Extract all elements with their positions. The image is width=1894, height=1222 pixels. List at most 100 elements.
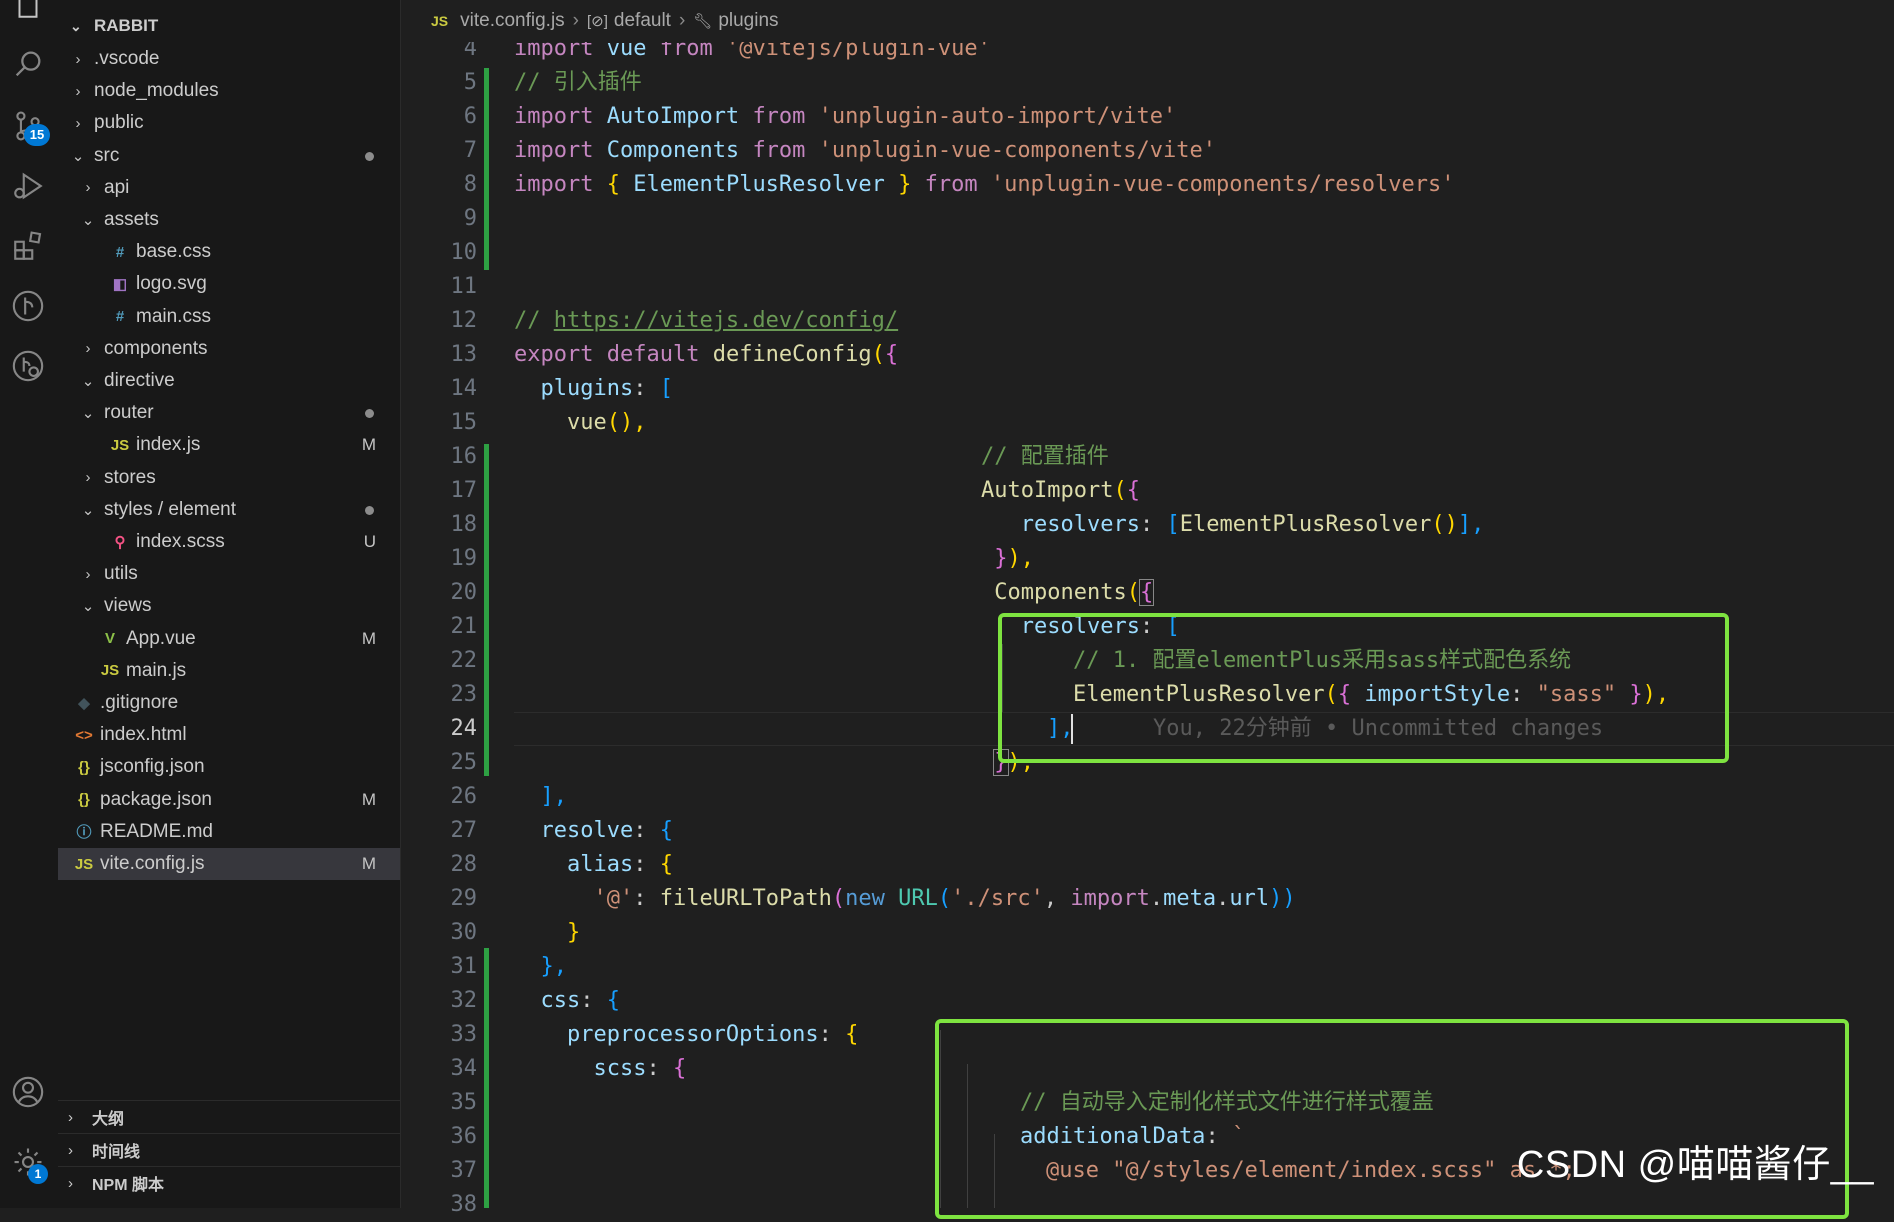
line-number: 13 — [450, 342, 478, 367]
tree-folder[interactable]: ⌄ views — [58, 590, 400, 622]
line-number: 20 — [450, 580, 478, 605]
html-file-icon: <> — [75, 726, 93, 744]
chevron-down-icon: ⌄ — [81, 598, 95, 616]
git-status-badge: U — [363, 532, 376, 551]
line-number: 36 — [450, 1124, 478, 1149]
tree-file[interactable]: JS main.js — [58, 655, 400, 687]
tree-item-label: base.css — [136, 241, 211, 263]
extensions-icon[interactable] — [6, 224, 50, 268]
tree-folder[interactable]: › node_modules — [58, 75, 400, 107]
line-number: 34 — [450, 1056, 478, 1081]
breadcrumb: JS vite.config.js › [⊘] default › 🔧︎ plu… — [401, 0, 1894, 42]
chevron-right-icon: › — [85, 565, 91, 583]
line-number: 26 — [450, 784, 478, 809]
line-number: 21 — [450, 614, 478, 639]
npm-scripts-panel[interactable]: › NPM 脚本 — [58, 1166, 400, 1199]
outline-panel[interactable]: › 大纲 — [58, 1100, 400, 1133]
line-number: 31 — [450, 954, 478, 979]
tree-folder[interactable]: › api — [58, 172, 400, 204]
tree-file[interactable]: V App.vue M — [58, 623, 400, 655]
git-status-badge: M — [361, 435, 376, 455]
wrench-icon: 🔧︎ — [693, 13, 713, 30]
source-control-icon[interactable]: 15 — [6, 104, 50, 148]
chevron-right-icon: › — [85, 469, 91, 487]
chevron-right-icon: › — [572, 10, 579, 31]
tree-item-label: logo.svg — [136, 273, 207, 295]
tree-folder[interactable]: › public — [58, 107, 400, 139]
git-status-badge: M — [361, 789, 376, 809]
outline-panel-label: 大纲 — [92, 1111, 125, 1128]
svg-file-icon: ◧ — [112, 276, 128, 294]
tree-file[interactable]: {} package.json M — [58, 784, 400, 816]
tree-file[interactable]: {} jsconfig.json — [58, 751, 400, 783]
tree-folder[interactable]: ⌄ router — [58, 397, 400, 429]
tree-file[interactable]: ◧ logo.svg — [58, 268, 400, 300]
chevron-right-icon: › — [68, 1174, 73, 1192]
tree-folder[interactable]: › .vscode — [58, 43, 400, 75]
timeline-panel-label: 时间线 — [92, 1144, 141, 1161]
chevron-right-icon: › — [678, 10, 686, 31]
tree-file[interactable]: ⓘ README.md — [58, 816, 400, 848]
npm-scripts-panel-label: NPM 脚本 — [92, 1177, 165, 1194]
tree-file[interactable]: # main.css — [58, 301, 400, 333]
git-added-bar — [484, 948, 489, 1208]
line-number: 35 — [450, 1090, 478, 1115]
tree-folder[interactable]: ⌄ assets — [58, 204, 400, 236]
css-file-icon: # — [115, 243, 125, 261]
search-icon[interactable] — [6, 42, 50, 86]
tree-file[interactable]: ◆ .gitignore — [58, 687, 400, 719]
account-icon[interactable] — [6, 1070, 50, 1114]
activity-bar: 15 1 — [0, 0, 59, 1208]
breadcrumb-symbol-plugins[interactable]: plugins — [718, 10, 778, 32]
tree-item-label: styles / element — [104, 498, 236, 520]
tree-item-label: jsconfig.json — [100, 756, 205, 778]
git-graph-icon[interactable] — [6, 284, 50, 328]
code-line-27: resolve: { — [540, 818, 673, 843]
breadcrumb-symbol-default[interactable]: default — [614, 10, 671, 32]
tree-item-label: node_modules — [94, 80, 219, 102]
tree-folder[interactable]: › stores — [58, 462, 400, 494]
settings-badge: 1 — [28, 1164, 48, 1184]
line-number: 25 — [450, 750, 478, 775]
code-line-34: scss: { — [593, 1056, 687, 1081]
run-debug-icon[interactable] — [6, 164, 50, 208]
line-number: 6 — [463, 104, 477, 129]
chevron-right-icon: › — [68, 1141, 73, 1159]
line-number: 38 — [450, 1192, 478, 1217]
line-number: 11 — [450, 274, 478, 299]
editor[interactable]: JS vite.config.js › [⊘] default › 🔧︎ plu… — [401, 0, 1894, 1219]
explorer-icon[interactable] — [6, 0, 50, 26]
code-area[interactable]: 4 5 6 7 8 9 10 11 12 13 14 15 16 17 18 19 20 21 22 23 24 25 26… — [401, 0, 1894, 1219]
tree-item-label: components — [104, 337, 208, 359]
vue-file-icon: V — [104, 630, 115, 648]
git-history-icon[interactable] — [6, 344, 50, 388]
tree-folder[interactable]: › components — [58, 333, 400, 365]
line-number: 22 — [450, 648, 478, 673]
code-line-28: alias: { — [566, 852, 673, 877]
tree-file[interactable]: <> index.html — [58, 719, 400, 751]
code-line-6: import AutoImport from 'unplugin-auto-im… — [514, 104, 1177, 129]
tree-folder[interactable]: › utils — [58, 558, 400, 590]
tree-file[interactable]: # base.css — [58, 236, 400, 268]
code-line-8: import { ElementPlusResolver } from 'unp… — [514, 172, 1455, 197]
tree-item-label: api — [104, 176, 130, 198]
line-number: 30 — [450, 920, 478, 945]
source-control-badge: 15 — [24, 124, 50, 146]
breadcrumb-file[interactable]: vite.config.js — [460, 10, 565, 32]
tree-file[interactable]: JS index.js M — [58, 429, 400, 461]
js-file-icon: JS — [74, 855, 94, 873]
tree-folder[interactable]: ⌄ src — [58, 140, 400, 172]
timeline-panel[interactable]: › 时间线 — [58, 1133, 400, 1166]
explorer-root-label: RABBIT — [94, 16, 159, 35]
code-line-32: css: { — [540, 988, 621, 1013]
tree-folder[interactable]: ⌄ directive — [58, 365, 400, 397]
explorer-root-header[interactable]: ⌄ RABBIT — [58, 12, 400, 40]
line-number: 16 — [450, 444, 478, 469]
code-line-15: vue(), — [566, 410, 647, 435]
settings-gear-icon[interactable]: 1 — [6, 1140, 50, 1184]
tree-file[interactable]: ⚲ index.scss U — [58, 526, 400, 558]
tree-folder[interactable]: ⌄ styles / element — [58, 494, 400, 526]
chevron-down-icon: ⌄ — [81, 501, 95, 519]
js-file-icon: JS — [431, 13, 449, 29]
tree-file[interactable]: JS vite.config.js M — [58, 848, 400, 880]
